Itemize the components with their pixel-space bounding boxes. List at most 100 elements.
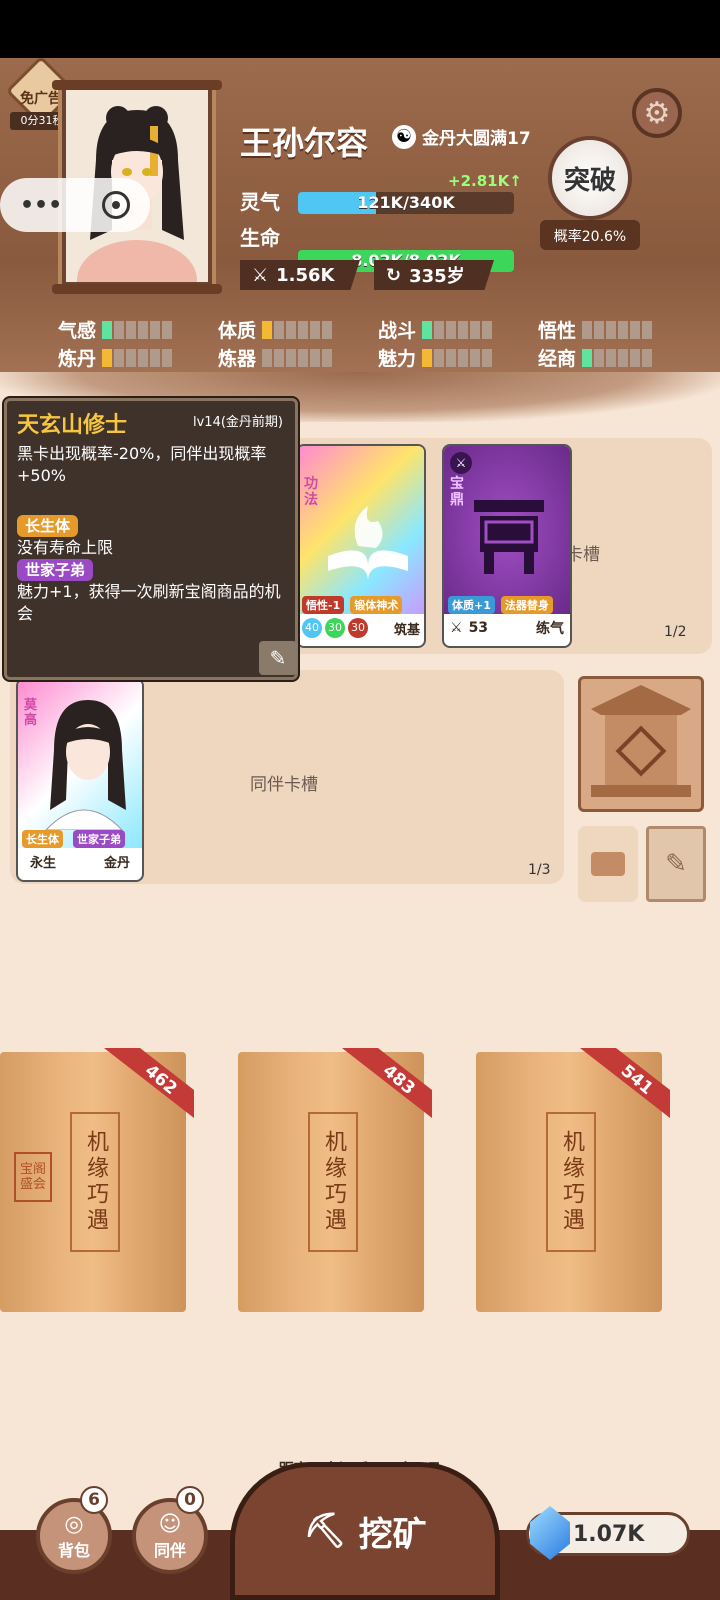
- attribute-level-bar: [582, 348, 653, 367]
- attribute-level-bar: [262, 348, 333, 367]
- stat-badge: 40: [302, 618, 322, 638]
- attribute-level-bar: [422, 320, 493, 339]
- breakthrough-button[interactable]: 突破: [548, 136, 632, 220]
- trait-desc: 魅力+1，获得一次刷新宝阁商品的机会: [17, 582, 281, 623]
- gem-count: 1.07K: [573, 1521, 645, 1547]
- gongfa-card[interactable]: 功法 悟性-1 锻体神术 40 30 30 筑基: [296, 444, 426, 648]
- attribute-label: 魅力: [378, 348, 417, 370]
- slot-count: 1/3: [528, 862, 551, 878]
- power-value: 1.56K: [276, 264, 335, 286]
- attribute-label: 战斗: [378, 320, 417, 342]
- attribute-level-bar: [262, 320, 333, 339]
- pack-seal: 宝阁盛会: [14, 1152, 52, 1202]
- attribute-item: 炼丹: [58, 344, 173, 371]
- card-tag: 法器替身: [500, 596, 553, 614]
- book-icon: [328, 506, 408, 581]
- cauldron-icon: [474, 500, 544, 574]
- attribute-item: 战斗: [378, 316, 493, 343]
- card-tag: 悟性-1: [302, 596, 345, 614]
- card-stage: 筑基: [393, 622, 420, 638]
- mystery-pack[interactable]: 541 机缘巧遇: [476, 1048, 670, 1312]
- identity-tooltip: 天玄山修士 lv14(金丹前期) 黑卡出现概率-20%，同伴出现概率+50% 长…: [4, 398, 298, 680]
- card-tag: 长生体: [22, 830, 63, 848]
- more-icon[interactable]: •••: [20, 193, 62, 218]
- realm-info: ☯ 金丹大圆满17: [392, 124, 531, 149]
- slot-label: 同伴卡槽: [250, 775, 318, 795]
- companion-life: 永生: [30, 856, 57, 871]
- age-pill: ↻ 335岁: [374, 260, 494, 290]
- attribute-item: 气感: [58, 316, 173, 343]
- mine-label: 挖矿: [358, 1514, 427, 1555]
- card-tag: 世家子弟: [73, 830, 125, 848]
- breakthrough-rate: 概率20.6%: [553, 229, 627, 245]
- card-tag: 锻体神术: [350, 596, 403, 614]
- attribute-label: 气感: [58, 320, 97, 342]
- player-name: 王孙尔容: [240, 124, 369, 162]
- qi-bar: 121K/340K: [298, 192, 514, 214]
- card-stage: 练气: [536, 621, 564, 637]
- stat-badge: 30: [325, 618, 345, 638]
- attribute-level-bar: [422, 348, 493, 367]
- scroll-icon[interactable]: ✎: [259, 641, 297, 675]
- mini-program-capsule[interactable]: •••: [0, 178, 150, 232]
- mystery-pack[interactable]: 462 机缘巧遇 宝阁盛会: [0, 1048, 194, 1312]
- swords-icon: ⚔: [252, 264, 269, 286]
- companion-count-badge: 0: [176, 1486, 204, 1514]
- bag-slot-button[interactable]: [578, 826, 638, 902]
- close-circle-icon[interactable]: [102, 191, 131, 219]
- qi-label: 灵气: [240, 190, 280, 214]
- bag-label: 背包: [57, 1540, 90, 1560]
- person-icon: ☺: [158, 1511, 182, 1537]
- attribute-item: 体质: [218, 316, 333, 343]
- swords-icon: ⚔: [450, 452, 472, 474]
- trait-desc: 没有寿命上限: [17, 538, 114, 557]
- swords-icon: ⚔: [450, 620, 463, 636]
- yin-yang-icon: ☯: [392, 124, 416, 149]
- age-value: 335岁: [409, 266, 465, 287]
- trait-tag: 世家子弟: [17, 559, 94, 581]
- attribute-item: 悟性: [538, 316, 653, 343]
- scroll-icon[interactable]: ✎: [646, 826, 706, 902]
- pack-title: 机缘巧遇: [70, 1112, 120, 1252]
- pavilion-icon: [591, 685, 691, 797]
- slot-count: 1/2: [664, 624, 687, 640]
- bag-icon: ◎: [64, 1511, 84, 1537]
- hourglass-icon: ↻: [386, 264, 402, 286]
- mine-button[interactable]: ⛏ 挖矿: [230, 1462, 500, 1600]
- card-power: 53: [468, 620, 489, 636]
- tooltip-level: lv14(金丹前期): [193, 415, 283, 430]
- attribute-level-bar: [102, 320, 173, 339]
- power-pill: ⚔ 1.56K: [240, 260, 360, 290]
- life-label: 生命: [240, 226, 280, 250]
- breakthrough-label: 突破: [563, 165, 616, 196]
- realm-label: 金丹大圆满17: [422, 129, 531, 149]
- settings-gear-icon[interactable]: ⚙: [632, 88, 682, 138]
- trait-tag: 长生体: [17, 515, 79, 537]
- attribute-item: 经商: [538, 344, 653, 371]
- attribute-item: 炼器: [218, 344, 333, 371]
- pouch-icon: [591, 852, 625, 876]
- attribute-level-bar: [582, 320, 653, 339]
- companion-avatar: [45, 700, 126, 830]
- stat-badge: 30: [348, 618, 368, 638]
- pack-title: 机缘巧遇: [546, 1112, 596, 1252]
- pack-title: 机缘巧遇: [308, 1112, 358, 1252]
- baoding-card[interactable]: ⚔ 宝鼎 体质+1 法器替身 ⚔ 53 练气: [442, 444, 572, 648]
- bag-count-badge: 6: [80, 1486, 108, 1514]
- attribute-label: 悟性: [538, 320, 577, 342]
- card-stage: 金丹: [103, 856, 130, 871]
- attribute-level-bar: [102, 348, 173, 367]
- status-bar: [0, 0, 720, 58]
- companion-card[interactable]: 莫高 长生体 世家子弟 永生 金丹: [16, 678, 144, 882]
- tooltip-desc: 黑卡出现概率-20%，同伴出现概率+50%: [17, 444, 267, 485]
- card-tag: 体质+1: [448, 596, 495, 614]
- mystery-pack[interactable]: 483 机缘巧遇: [238, 1048, 432, 1312]
- qi-value: 121K/340K: [357, 193, 455, 212]
- attribute-label: 经商: [538, 348, 577, 370]
- attribute-label: 炼丹: [58, 348, 97, 370]
- treasure-pavilion-button[interactable]: [578, 676, 704, 812]
- attribute-item: 魅力: [378, 344, 493, 371]
- tooltip-title: 天玄山修士: [17, 413, 128, 438]
- tooltip-body: 黑卡出现概率-20%，同伴出现概率+50% 长生体 没有寿命上限 世家子弟 魅力…: [17, 443, 293, 625]
- qi-gain: +2.81K↑: [448, 172, 522, 190]
